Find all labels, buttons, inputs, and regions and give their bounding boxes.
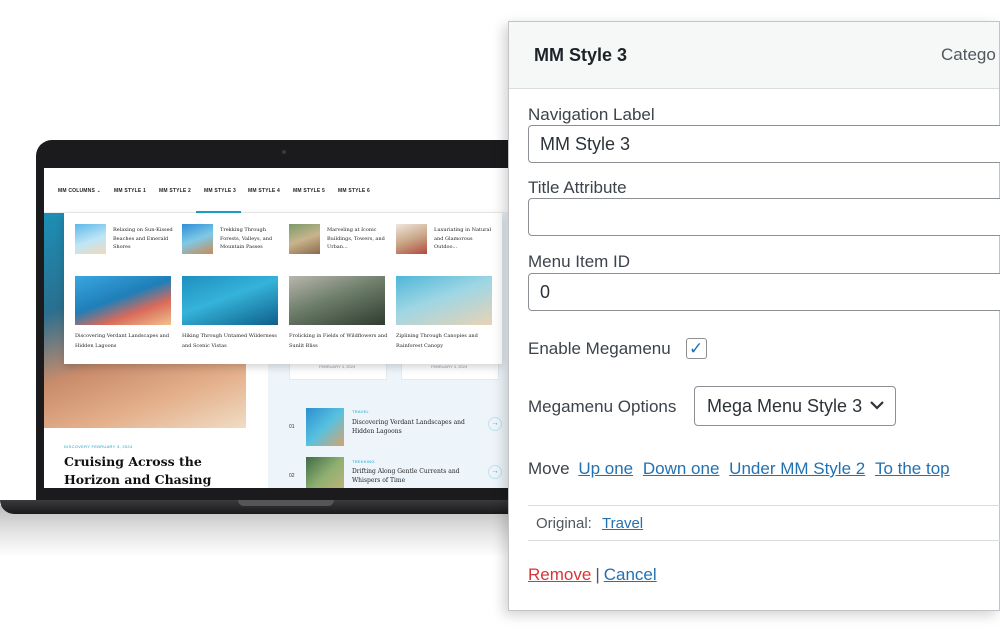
move-up-one-link[interactable]: Up one bbox=[578, 459, 633, 478]
list-item-title[interactable]: Drifting Along Gentle Currents and Whisp… bbox=[352, 467, 477, 485]
remove-link[interactable]: Remove bbox=[528, 565, 591, 584]
original-item-row: Original: Travel bbox=[528, 505, 1000, 541]
laptop-notch bbox=[238, 500, 334, 506]
list-item-thumbnail[interactable] bbox=[306, 457, 344, 488]
navigation-label-input[interactable] bbox=[528, 125, 1000, 163]
megamenu-options-label: Megamenu Options bbox=[528, 397, 677, 416]
laptop-screen: MM COLUMNS ⌄ MM STYLE 1 MM STYLE 2 MM ST… bbox=[44, 168, 523, 488]
post-title[interactable]: Trekking Through Forests, Valleys, and M… bbox=[220, 226, 282, 252]
menu-item-id-input[interactable] bbox=[528, 273, 1000, 311]
post-title[interactable]: Marveling at Iconic Buildings, Towers, a… bbox=[327, 226, 389, 252]
site-nav: MM COLUMNS ⌄ MM STYLE 1 MM STYLE 2 MM ST… bbox=[44, 168, 523, 213]
post-thumbnail[interactable] bbox=[289, 224, 320, 254]
move-label: Move bbox=[528, 459, 570, 478]
post-title[interactable]: Discovering Verdant Landscapes and Hidde… bbox=[75, 332, 179, 351]
enable-megamenu-checkbox[interactable]: ✓ bbox=[686, 338, 707, 359]
arrow-right-icon[interactable]: → bbox=[488, 465, 502, 479]
enable-megamenu-label: Enable Megamenu bbox=[528, 339, 671, 358]
move-under-link[interactable]: Under MM Style 2 bbox=[729, 459, 865, 478]
post-title[interactable]: Hiking Through Untamed Wilderness and Sc… bbox=[182, 332, 286, 351]
menu-item-title: MM Style 3 bbox=[534, 45, 628, 65]
nav-item-mm-style-3[interactable]: MM STYLE 3 bbox=[204, 188, 236, 194]
original-label: Original: bbox=[536, 515, 592, 532]
cancel-link[interactable]: Cancel bbox=[604, 565, 657, 584]
post-thumbnail[interactable] bbox=[289, 276, 385, 325]
original-item-link[interactable]: Travel bbox=[602, 515, 643, 532]
post-thumbnail[interactable] bbox=[75, 224, 106, 254]
featured-post-title[interactable]: Cruising Across the Horizon and Chasing … bbox=[64, 453, 254, 488]
menu-item-header[interactable]: MM Style 3 Catego bbox=[509, 22, 999, 89]
post-thumbnail[interactable] bbox=[182, 276, 278, 325]
list-item-thumbnail[interactable] bbox=[306, 408, 344, 446]
menu-item-type: Catego bbox=[941, 45, 996, 64]
post-thumbnail[interactable] bbox=[182, 224, 213, 254]
menu-item-settings-panel: MM Style 3 Catego Navigation Label Title… bbox=[508, 21, 1000, 611]
post-title[interactable]: Ziplining Through Canopies and Rainfores… bbox=[396, 332, 500, 351]
nav-item-mm-style-6[interactable]: MM STYLE 6 bbox=[338, 188, 370, 194]
megamenu-options-value: Mega Menu Style 3 bbox=[707, 396, 863, 416]
post-title[interactable]: Luxuriating in Natural and Glamorous Out… bbox=[434, 226, 496, 252]
post-thumbnail[interactable] bbox=[396, 276, 492, 325]
post-title[interactable]: Relaxing on Sun-Kissed Beaches and Emera… bbox=[113, 226, 175, 252]
arrow-right-icon[interactable]: → bbox=[488, 417, 502, 431]
post-title[interactable]: Frolicking in Fields of Wildflowers and … bbox=[289, 332, 393, 351]
title-attribute-input[interactable] bbox=[528, 198, 1000, 236]
list-item-number: 02 bbox=[289, 473, 295, 479]
list-item-number: 01 bbox=[289, 424, 295, 430]
list-item-title[interactable]: Discovering Verdant Landscapes and Hidde… bbox=[352, 418, 477, 436]
menu-item-id-label: Menu Item ID bbox=[528, 252, 631, 271]
chevron-down-icon bbox=[870, 401, 884, 410]
nav-item-mm-style-5[interactable]: MM STYLE 5 bbox=[293, 188, 325, 194]
move-to-top-link[interactable]: To the top bbox=[875, 459, 950, 478]
action-separator: | bbox=[595, 565, 600, 584]
nav-item-mm-columns[interactable]: MM COLUMNS ⌄ bbox=[58, 188, 101, 194]
featured-post-meta: DISCOVERY FEBRUARY 3, 2024 bbox=[64, 444, 133, 449]
checkmark-icon: ✓ bbox=[689, 339, 704, 358]
nav-item-mm-style-1[interactable]: MM STYLE 1 bbox=[114, 188, 146, 194]
move-controls: Move Up one Down one Under MM Style 2 To… bbox=[528, 459, 950, 479]
menu-item-actions: Remove | Cancel bbox=[528, 565, 657, 585]
nav-item-mm-style-4[interactable]: MM STYLE 4 bbox=[248, 188, 280, 194]
laptop-camera bbox=[282, 150, 286, 154]
list-item-category[interactable]: TRAVEL bbox=[352, 409, 369, 414]
list-item-category[interactable]: TREKKING bbox=[352, 459, 375, 464]
nav-item-mm-style-2[interactable]: MM STYLE 2 bbox=[159, 188, 191, 194]
move-down-one-link[interactable]: Down one bbox=[643, 459, 720, 478]
post-date: FEBRUARY 3, 2024 bbox=[431, 364, 468, 369]
mega-menu-dropdown: Relaxing on Sun-Kissed Beaches and Emera… bbox=[64, 213, 502, 364]
post-thumbnail[interactable] bbox=[396, 224, 427, 254]
megamenu-options-select[interactable]: Mega Menu Style 3 bbox=[694, 386, 896, 426]
title-attribute-label: Title Attribute bbox=[528, 178, 627, 197]
post-thumbnail[interactable] bbox=[75, 276, 171, 325]
navigation-label-label: Navigation Label bbox=[528, 105, 655, 124]
post-date: FEBRUARY 3, 2024 bbox=[319, 364, 356, 369]
